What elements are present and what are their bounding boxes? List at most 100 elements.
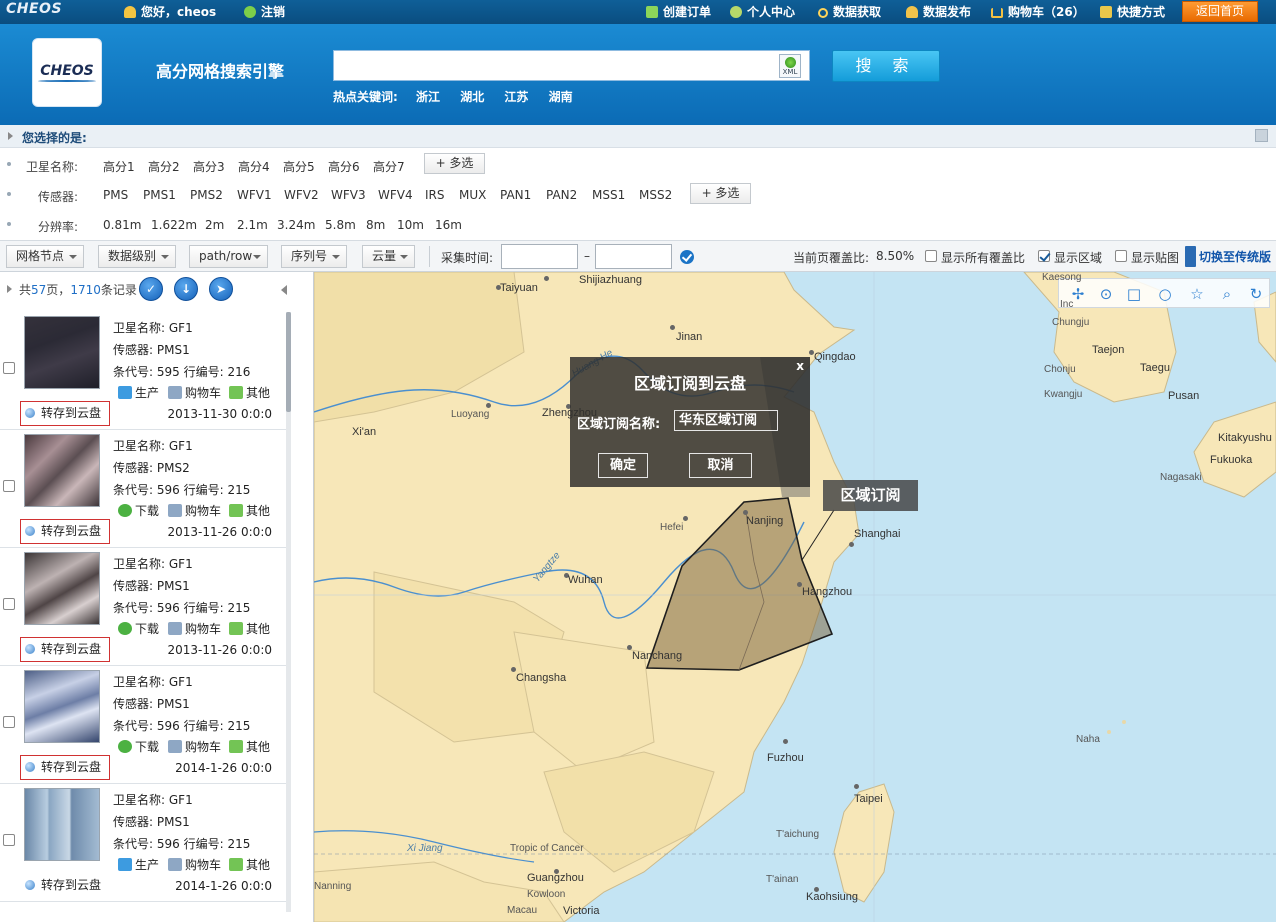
zoom-icon[interactable]: ⌕ — [1218, 285, 1236, 303]
resolution-option[interactable]: 2.1m — [237, 218, 268, 232]
produce-button[interactable]: 生产 — [118, 856, 159, 873]
list-scrollbar[interactable] — [286, 312, 291, 912]
confirm-button[interactable]: 确定 — [598, 453, 648, 478]
hot-keyword[interactable]: 江苏 — [504, 90, 528, 104]
nav-shortcut[interactable]: 快捷方式 — [1100, 4, 1165, 20]
hot-keyword[interactable]: 浙江 — [416, 90, 440, 104]
record-checkbox[interactable] — [3, 480, 15, 492]
rectangle-icon[interactable]: □ — [1125, 285, 1143, 303]
sensor-option[interactable]: PMS1 — [143, 188, 176, 202]
home-button[interactable]: 返回首页 — [1182, 1, 1258, 22]
show-all-coverage-checkbox[interactable] — [925, 250, 937, 262]
expand-arrow-icon[interactable] — [8, 132, 13, 140]
satellite-thumbnail[interactable] — [24, 316, 100, 389]
sensor-option[interactable]: WFV4 — [378, 188, 413, 202]
save-to-cloud-button[interactable]: 转存到云盘 — [20, 755, 110, 780]
resolution-option[interactable]: 2m — [205, 218, 224, 232]
other-button[interactable]: 其他 — [229, 856, 270, 873]
satellite-option[interactable]: 高分5 — [283, 158, 315, 175]
download-icon[interactable]: ↓ — [174, 277, 198, 301]
download-button[interactable]: 下载 — [118, 502, 159, 519]
circle-icon[interactable]: ○ — [1156, 285, 1174, 303]
collapse-panel-icon[interactable] — [281, 285, 287, 295]
sensor-option[interactable]: PAN1 — [500, 188, 531, 202]
record-checkbox[interactable] — [3, 716, 15, 728]
path-row-dropdown[interactable]: path/row — [189, 245, 268, 268]
add-cart-button[interactable]: 购物车 — [168, 738, 221, 755]
add-cart-button[interactable]: 购物车 — [168, 620, 221, 637]
serial-dropdown[interactable]: 序列号 — [281, 245, 347, 268]
close-icon[interactable]: x — [796, 359, 804, 373]
download-button[interactable]: 下载 — [118, 620, 159, 637]
show-tiles-checkbox[interactable] — [1115, 250, 1127, 262]
other-button[interactable]: 其他 — [229, 738, 270, 755]
xml-icon[interactable]: XML — [779, 54, 801, 78]
expand-arrow-icon[interactable] — [7, 285, 12, 293]
list-item[interactable]: 卫星名称: GF1 传感器: PMS1 条代号: 596 行编号: 215 生产… — [0, 784, 286, 902]
search-button[interactable]: 搜 索 — [832, 50, 940, 82]
resolution-option[interactable]: 1.622m — [151, 218, 197, 232]
save-to-cloud-button[interactable]: 转存到云盘 — [20, 873, 110, 898]
search-input[interactable]: XML — [333, 50, 810, 81]
sensor-option[interactable]: PAN2 — [546, 188, 577, 202]
resolution-option[interactable]: 5.8m — [325, 218, 356, 232]
resolution-option[interactable]: 8m — [366, 218, 385, 232]
sensor-option[interactable]: WFV1 — [237, 188, 272, 202]
satellite-option[interactable]: 高分4 — [238, 158, 270, 175]
satellite-thumbnail[interactable] — [24, 670, 100, 743]
save-to-cloud-button[interactable]: 转存到云盘 — [20, 519, 110, 544]
cloud-dropdown[interactable]: 云量 — [362, 245, 415, 268]
subscribe-name-input[interactable]: 华东区域订阅 — [674, 410, 778, 431]
satellite-thumbnail[interactable] — [24, 434, 100, 507]
nav-cart[interactable]: 购物车（26） — [991, 4, 1085, 20]
date-to-input[interactable] — [595, 244, 672, 269]
refresh-icon[interactable]: ↻ — [1247, 285, 1265, 303]
other-button[interactable]: 其他 — [229, 384, 270, 401]
resolution-option[interactable]: 16m — [435, 218, 462, 232]
sensor-option[interactable]: WFV2 — [284, 188, 319, 202]
add-cart-button[interactable]: 购物车 — [168, 384, 221, 401]
confirm-date-icon[interactable] — [680, 250, 694, 264]
grid-node-dropdown[interactable]: 网格节点 — [6, 245, 84, 268]
satellite-thumbnail[interactable] — [24, 552, 100, 625]
resolution-option[interactable]: 3.24m — [277, 218, 315, 232]
add-cart-button[interactable]: 购物车 — [168, 502, 221, 519]
nav-data-publish[interactable]: 数据发布 — [906, 4, 971, 20]
download-button[interactable]: 下载 — [118, 738, 159, 755]
sensor-option[interactable]: MSS2 — [639, 188, 672, 202]
sensor-multi-select-button[interactable]: + 多选 — [690, 183, 751, 204]
nav-create-order[interactable]: 创建订单 — [646, 4, 711, 20]
collapse-icon[interactable] — [1255, 129, 1268, 142]
sensor-option[interactable]: MSS1 — [592, 188, 625, 202]
sensor-option[interactable]: IRS — [425, 188, 445, 202]
data-level-dropdown[interactable]: 数据级别 — [98, 245, 176, 268]
hot-keyword[interactable]: 湖南 — [549, 90, 573, 104]
show-region-checkbox[interactable] — [1038, 250, 1050, 262]
satellite-option[interactable]: 高分1 — [103, 158, 135, 175]
satellite-option[interactable]: 高分2 — [148, 158, 180, 175]
list-item[interactable]: 卫星名称: GF1 传感器: PMS1 条代号: 596 行编号: 215 下载… — [0, 666, 286, 784]
resolution-option[interactable]: 0.81m — [103, 218, 141, 232]
nav-personal-center[interactable]: 个人中心 — [730, 4, 795, 20]
record-checkbox[interactable] — [3, 362, 15, 374]
satellite-option[interactable]: 高分3 — [193, 158, 225, 175]
date-from-input[interactable] — [501, 244, 578, 269]
nav-data-fetch[interactable]: 数据获取 — [818, 4, 881, 20]
list-item[interactable]: 卫星名称: GF1 传感器: PMS1 条代号: 596 行编号: 215 下载… — [0, 548, 286, 666]
sensor-option[interactable]: MUX — [459, 188, 486, 202]
other-button[interactable]: 其他 — [229, 502, 270, 519]
record-checkbox[interactable] — [3, 834, 15, 846]
switch-classic-link[interactable]: 切换至传统版 — [1185, 246, 1271, 267]
select-all-icon[interactable]: ✓ — [139, 277, 163, 301]
marker-icon[interactable]: ⊙ — [1097, 285, 1115, 303]
logout-link[interactable]: 注销 — [244, 4, 285, 20]
save-to-cloud-button[interactable]: 转存到云盘 — [20, 401, 110, 426]
satellite-option[interactable]: 高分6 — [328, 158, 360, 175]
hot-keyword[interactable]: 湖北 — [460, 90, 484, 104]
list-item[interactable]: 卫星名称: GF1 传感器: PMS2 条代号: 596 行编号: 215 下载… — [0, 430, 286, 548]
record-checkbox[interactable] — [3, 598, 15, 610]
send-icon[interactable]: ➤ — [209, 277, 233, 301]
produce-button[interactable]: 生产 — [118, 384, 159, 401]
sensor-option[interactable]: WFV3 — [331, 188, 366, 202]
cancel-button[interactable]: 取消 — [689, 453, 752, 478]
